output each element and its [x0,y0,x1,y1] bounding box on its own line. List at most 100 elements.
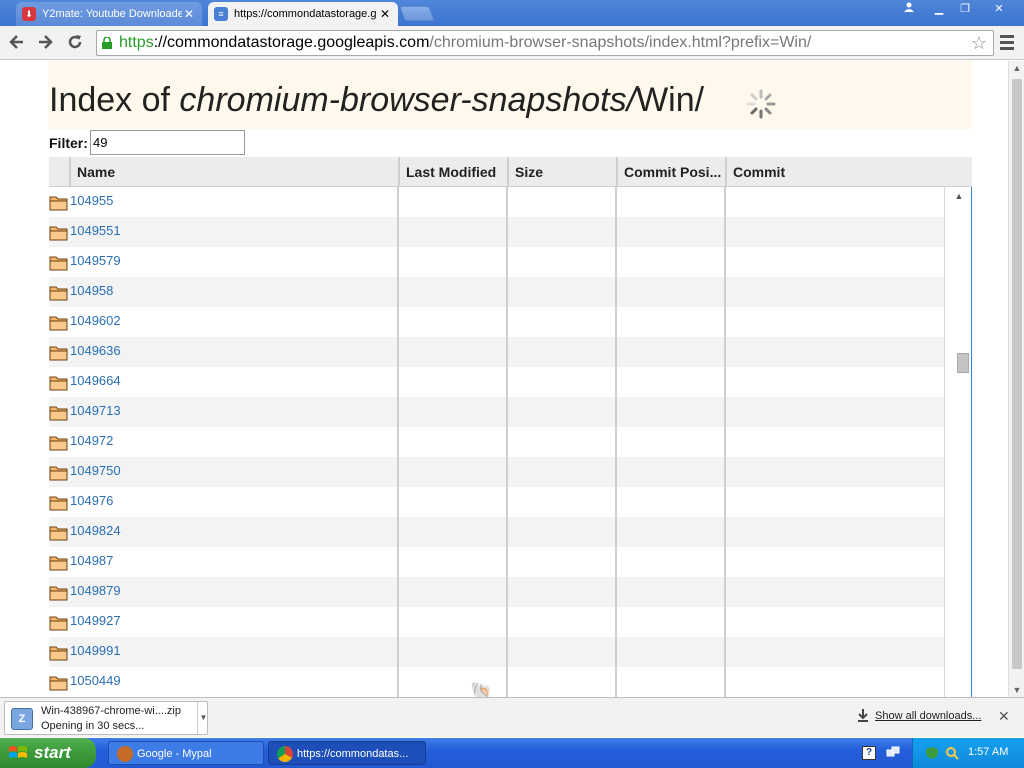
folder-link[interactable]: 1049579 [70,253,121,268]
download-item[interactable]: Z Win-438967-chrome-wi....zip Opening in… [4,701,208,735]
tab-y2mate[interactable]: ⬇ Y2mate: Youtube Downloader ✕ [16,2,202,26]
menu-button[interactable] [998,32,1016,54]
folder-link[interactable]: 104976 [70,493,113,508]
folder-icon [49,586,68,601]
reload-icon [68,35,82,49]
col-last-modified-header[interactable]: Last Modified [398,157,507,187]
page-content: Index of chromium-browser-snapshots/Win/… [0,61,1008,697]
folder-icon [49,616,68,631]
folder-icon [49,496,68,511]
table-scrollbar[interactable]: ▲ [944,187,972,697]
folder-link[interactable]: 1049664 [70,373,121,388]
start-button[interactable]: start [0,738,96,768]
table-row[interactable]: 1049602 [49,307,944,337]
file-list: 104955 1049551 1049579 104958 1049602 1049636… [49,187,944,697]
folder-link[interactable]: 104958 [70,283,113,298]
table-row[interactable]: 104987 [49,547,944,577]
folder-link[interactable]: 1049991 [70,643,121,658]
folder-link[interactable]: 1049750 [70,463,121,478]
help-icon[interactable]: ? [862,746,876,760]
tab-commondatastorage[interactable]: ≡ https://commondatastorage.g ✕ [208,2,398,26]
table-row[interactable]: 104972 [49,427,944,457]
folder-link[interactable]: 104972 [70,433,113,448]
network-icon[interactable] [886,746,900,760]
page-scroll-up-icon[interactable]: ▲ [1009,63,1024,73]
table-row[interactable]: 1050449 [49,667,944,697]
tab-title: Y2mate: Youtube Downloader [42,8,182,20]
close-tab-icon[interactable]: ✕ [378,7,392,21]
col-name-header[interactable]: Name [69,157,398,187]
table-row[interactable]: 1049579 [49,247,944,277]
table-row[interactable]: 1049713 [49,397,944,427]
folder-link[interactable]: 1050449 [70,673,121,688]
folder-link[interactable]: 1049879 [70,583,121,598]
forward-button[interactable] [34,33,56,53]
table-row[interactable]: 104955 [49,187,944,217]
url-path: /chromium-browser-snapshots/index.html?p… [429,34,812,51]
folder-icon [49,646,68,661]
table-row[interactable]: 1049551 [49,217,944,247]
folder-link[interactable]: 1049713 [70,403,121,418]
download-menu-chevron-icon[interactable]: ▼ [197,702,209,734]
reload-button[interactable] [64,33,86,53]
user-profile-icon[interactable] [896,1,922,17]
close-download-shelf-icon[interactable]: ✕ [998,708,1010,725]
title-path: chromium-browser-snapshots/ [179,81,637,119]
page-scroll-thumb[interactable] [1012,79,1022,669]
table-row[interactable]: 1049991 [49,637,944,667]
column-divider [506,187,508,697]
address-bar[interactable]: https://commondatastorage.googleapis.com… [96,30,994,56]
search-icon[interactable] [945,746,959,760]
back-button[interactable] [6,33,28,53]
table-row[interactable]: 1049750 [49,457,944,487]
folder-link[interactable]: 1049927 [70,613,121,628]
folder-link[interactable]: 1049824 [70,523,121,538]
restore-icon[interactable]: ❐ [952,1,978,17]
scroll-up-icon[interactable]: ▲ [945,191,973,201]
download-arrow-icon [858,709,868,722]
column-divider [724,187,726,697]
taskbar-item-mypal[interactable]: Google - Mypal [108,741,264,765]
folder-icon [49,256,68,271]
security-shield-icon[interactable] [925,746,939,760]
page-scroll-down-icon[interactable]: ▼ [1009,685,1024,695]
table-row[interactable]: 1049927 [49,607,944,637]
folder-link[interactable]: 1049636 [70,343,121,358]
page-scrollbar[interactable]: ▲ ▼ [1008,61,1024,697]
col-commit-header[interactable]: Commit [725,157,944,187]
table-row[interactable]: 1049636 [49,337,944,367]
table-row[interactable]: 1049824 [49,517,944,547]
show-all-downloads-link[interactable]: Show all downloads... [875,710,981,722]
table-row[interactable]: 1049879 [49,577,944,607]
close-tab-icon[interactable]: ✕ [182,7,196,21]
table-row[interactable]: 1049664 [49,367,944,397]
table-scroll-thumb[interactable] [957,353,969,373]
filter-input[interactable] [90,130,245,155]
folder-link[interactable]: 1049551 [70,223,121,238]
new-tab-button[interactable] [399,6,435,21]
col-commit-position-header[interactable]: Commit Posi... [616,157,725,187]
download-status: Opening in 30 secs... [41,720,145,732]
bookmark-star-icon[interactable]: ☆ [971,33,987,54]
folder-link[interactable]: 104987 [70,553,113,568]
folder-icon [49,406,68,421]
taskbar-item-chrome[interactable]: https://commondatas... [268,741,426,765]
table-row[interactable]: 104958 [49,277,944,307]
folder-link[interactable]: 104955 [70,193,113,208]
folder-link[interactable]: 1049602 [70,313,121,328]
title-suffix: Win/ [636,81,705,119]
col-size-header[interactable]: Size [507,157,616,187]
chrome-icon [277,746,293,762]
forward-arrow-icon [39,35,53,49]
minimize-icon[interactable]: ▁ [926,1,952,17]
window-title-bar: ⬇ Y2mate: Youtube Downloader ✕ ≡ https:/… [0,0,1024,26]
folder-icon [49,376,68,391]
folder-icon [49,556,68,571]
start-label: start [34,743,71,762]
task-label: Google - Mypal [137,748,212,760]
close-window-icon[interactable]: ✕ [986,1,1012,17]
table-row[interactable]: 104976 [49,487,944,517]
download-file-name: Win-438967-chrome-wi....zip [41,705,181,717]
mypal-icon [117,746,133,762]
table-header: Name Last Modified Size Commit Posi... C… [49,157,972,187]
